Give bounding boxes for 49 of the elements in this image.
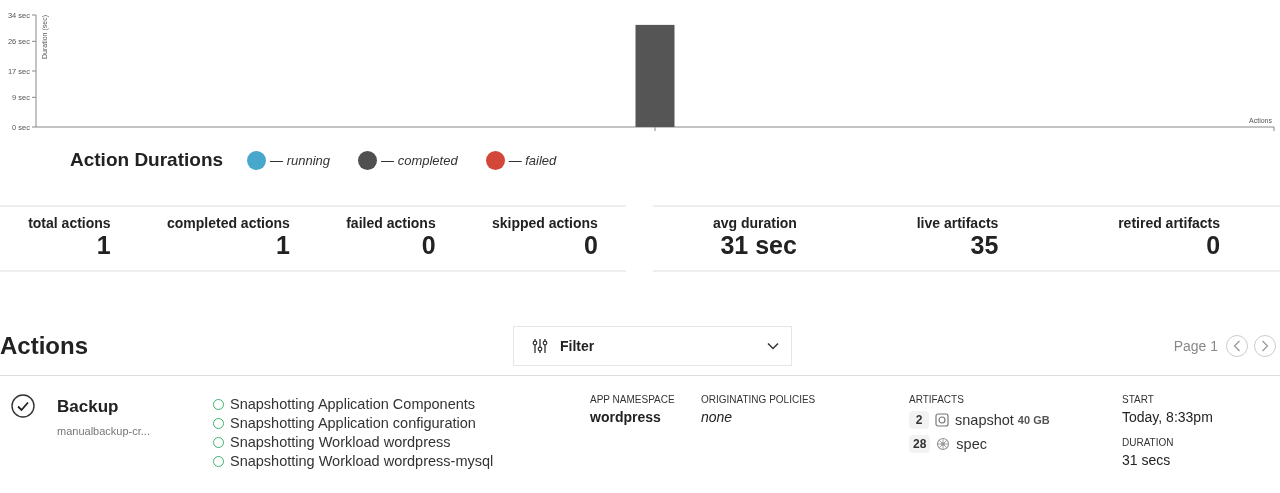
action-title: Backup (57, 397, 120, 417)
policies-value: none (701, 409, 734, 425)
stat-value: 35 (970, 231, 999, 259)
sliders-icon (532, 338, 548, 354)
field-label: ORIGINATING POLICIES (701, 394, 817, 405)
field-label: ARTIFACTS (909, 394, 965, 405)
field-label: DURATION (1122, 437, 1175, 448)
chevron-down-icon (767, 342, 779, 350)
step-label: Snapshotting Application configuration (230, 415, 476, 431)
step-label: Snapshotting Application Components (230, 396, 476, 412)
stat-value: 0 (421, 231, 436, 259)
legend-title: Action Durations (70, 149, 224, 171)
stat-value: 0 (1206, 231, 1221, 259)
step-label: Snapshotting Workload wordpress-mysql (230, 453, 494, 469)
legend-label: — failed (508, 152, 557, 168)
page-label: Page 1 (1173, 338, 1218, 354)
legend-label: — running (270, 152, 331, 168)
chevron-left-icon (1233, 340, 1241, 352)
filter-dropdown[interactable]: Filter (513, 326, 792, 366)
duration-value: 31 secs (1122, 452, 1172, 468)
artifact-name: snapshot (955, 412, 1014, 428)
artifact-count: 28 (909, 435, 931, 453)
previous-page-button[interactable] (1226, 335, 1248, 357)
stat-label: live artifacts (916, 215, 999, 231)
disk-icon (935, 413, 949, 427)
stat-label: retired artifacts (1118, 215, 1221, 231)
stat-label: completed actions (166, 215, 290, 231)
namespace-value: wordpress (590, 409, 662, 425)
artifact-size: 40 GB (1017, 414, 1050, 426)
stat-label: failed actions (346, 215, 436, 231)
start-time: Today, 8:33pm (1122, 409, 1214, 425)
field-label: START (1122, 394, 1155, 405)
artifact-name: spec (956, 436, 987, 452)
stat-label: total actions (28, 215, 111, 231)
field-label: APP NAMESPACE (590, 394, 676, 405)
stat-label: avg duration (712, 215, 797, 231)
legend-label: — completed (381, 152, 458, 168)
stat-value: 0 (583, 231, 598, 259)
action-id: manualbackup-cr... (57, 425, 151, 437)
chevron-right-icon (1261, 340, 1269, 352)
stat-value: 31 sec (720, 231, 797, 259)
section-title: Actions (0, 332, 89, 360)
next-page-button[interactable] (1254, 335, 1276, 357)
stat-value: 1 (96, 231, 111, 259)
step-label: Snapshotting Workload wordpress (230, 434, 451, 450)
helm-wheel-icon (936, 437, 951, 451)
stat-label: skipped actions (492, 215, 598, 231)
artifact-count: 2 (909, 411, 929, 429)
stat-value: 1 (275, 231, 290, 259)
